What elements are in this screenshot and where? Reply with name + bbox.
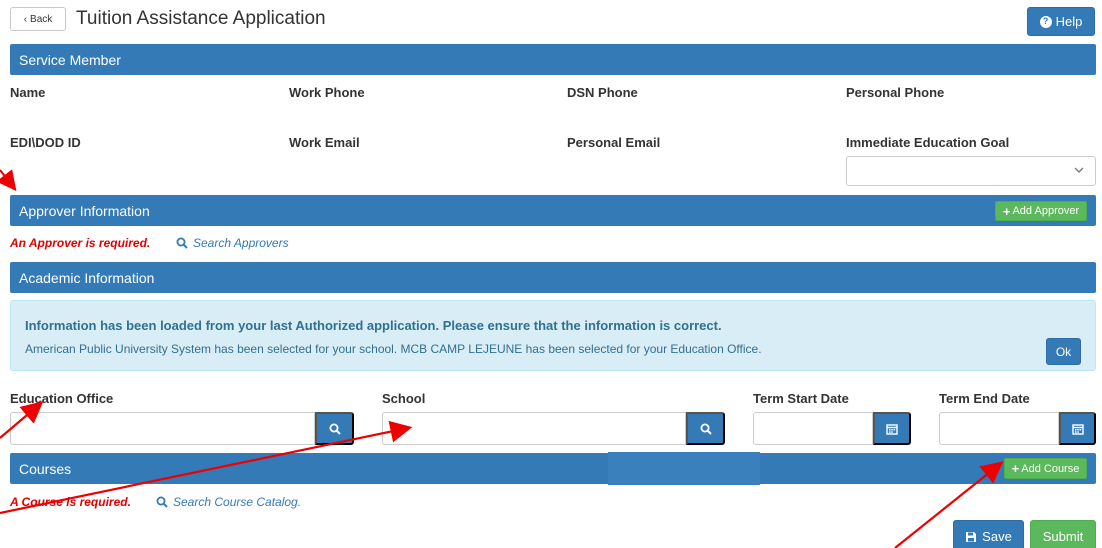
help-label: Help — [1055, 14, 1083, 29]
save-label: Save — [982, 529, 1012, 544]
name-label: Name — [10, 85, 46, 100]
back-button[interactable]: ‹ Back — [10, 7, 66, 31]
info-alert-title: Information has been loaded from your la… — [25, 318, 722, 333]
term-end-input[interactable] — [939, 412, 1059, 445]
plus-icon: + — [1011, 461, 1020, 476]
search-icon — [700, 423, 712, 435]
education-goal-label: Immediate Education Goal — [846, 135, 1010, 150]
search-icon — [156, 496, 168, 508]
plus-icon: + — [1002, 203, 1011, 219]
annotation-arrow-goal — [0, 169, 17, 192]
courses-bar-highlight — [608, 452, 760, 485]
chevron-down-icon — [1074, 167, 1084, 173]
chevron-left-icon: ‹ — [23, 13, 28, 25]
school-input[interactable] — [382, 412, 686, 445]
academic-bar: Academic Information — [10, 262, 1096, 293]
calendar-icon — [1071, 423, 1084, 435]
courses-bar: Courses — [10, 453, 1096, 484]
school-label: School — [382, 391, 426, 406]
info-alert — [10, 300, 1096, 371]
submit-button[interactable]: Submit — [1030, 520, 1096, 548]
search-approvers-link[interactable]: Search Approvers — [176, 236, 289, 250]
personal-phone-label: Personal Phone — [846, 85, 945, 100]
education-office-input[interactable] — [10, 412, 315, 445]
education-office-label: Education Office — [10, 391, 114, 406]
approver-bar: Approver Information — [10, 195, 1096, 226]
save-button[interactable]: Save — [953, 520, 1024, 548]
help-button[interactable]: ? Help — [1027, 7, 1095, 36]
search-course-catalog-label: Search Course Catalog. — [173, 495, 302, 509]
term-start-input[interactable] — [753, 412, 873, 445]
back-label: Back — [30, 13, 53, 25]
courses-title: Courses — [19, 460, 72, 477]
term-start-label: Term Start Date — [753, 391, 849, 406]
service-member-bar: Service Member — [10, 44, 1096, 75]
personal-email-label: Personal Email — [567, 135, 661, 150]
education-office-search-button[interactable] — [315, 412, 354, 445]
work-phone-label: Work Phone — [289, 85, 365, 100]
add-course-button[interactable]: + Add Course — [1004, 458, 1087, 479]
academic-title: Academic Information — [19, 269, 155, 286]
add-course-label: Add Course — [1021, 462, 1080, 475]
edi-id-label: EDI\DOD ID — [10, 135, 81, 150]
search-approvers-label: Search Approvers — [193, 236, 289, 250]
question-circle-icon: ? — [1039, 15, 1052, 28]
dsn-phone-label: DSN Phone — [567, 85, 638, 100]
term-end-label: Term End Date — [939, 391, 1030, 406]
term-end-calendar-button[interactable] — [1059, 412, 1096, 445]
add-approver-label: Add Approver — [1012, 205, 1080, 217]
search-icon — [176, 237, 188, 249]
school-search-button[interactable] — [686, 412, 725, 445]
term-start-calendar-button[interactable] — [873, 412, 911, 445]
approver-error: An Approver is required. — [10, 236, 151, 250]
service-member-title: Service Member — [19, 51, 121, 68]
calendar-icon — [886, 423, 898, 435]
ok-button[interactable]: Ok — [1046, 338, 1081, 365]
education-goal-select[interactable] — [846, 156, 1096, 186]
page-title: Tuition Assistance Application — [76, 8, 326, 29]
info-alert-body: American Public University System has be… — [25, 342, 762, 356]
approver-title: Approver Information — [19, 202, 150, 219]
search-icon — [329, 423, 341, 435]
work-email-label: Work Email — [289, 135, 360, 150]
floppy-disk-icon — [966, 531, 977, 542]
add-approver-button[interactable]: + Add Approver — [995, 201, 1087, 221]
course-error: A Course is required. — [10, 495, 131, 509]
search-course-catalog-link[interactable]: Search Course Catalog. — [156, 495, 301, 509]
